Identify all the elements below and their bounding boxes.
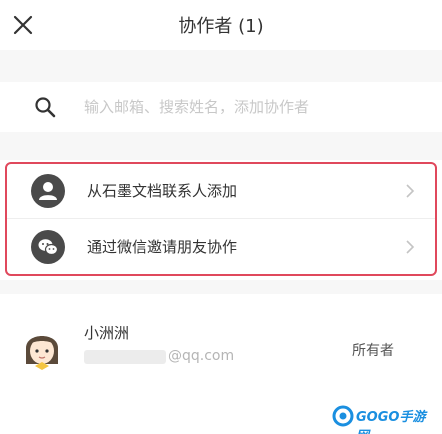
search-bar: [0, 82, 442, 132]
wechat-icon: [31, 230, 65, 264]
watermark-text: GOGO手游网: [356, 410, 426, 434]
invite-options-highlight: 从石墨文档联系人添加 通过微信邀请朋友协作: [5, 162, 437, 276]
watermark: GOGO手游网: [332, 402, 436, 434]
avatar: [26, 336, 58, 370]
member-name: 小洲洲: [84, 324, 130, 342]
member-email: @qq.com: [168, 348, 235, 364]
contact-person-icon: [31, 174, 65, 208]
collaborator-list-item[interactable]: 小洲洲 @qq.com 所有者: [0, 294, 442, 384]
member-role: 所有者: [352, 343, 394, 359]
header-bar: 协作者 (1): [0, 0, 442, 50]
watermark-logo-icon: [332, 405, 354, 427]
search-input[interactable]: [84, 94, 414, 120]
section-divider: [0, 50, 442, 82]
option-label: 从石墨文档联系人添加: [87, 182, 238, 200]
option-label: 通过微信邀请朋友协作: [87, 238, 238, 256]
invite-via-wechat-option[interactable]: 通过微信邀请朋友协作: [7, 220, 435, 275]
page-title: 协作者 (1): [178, 16, 264, 37]
chevron-right-icon: [406, 240, 415, 254]
section-divider: [0, 132, 442, 160]
redacted-email-prefix: [84, 350, 166, 364]
add-from-contacts-option[interactable]: 从石墨文档联系人添加: [7, 164, 435, 219]
section-divider: [0, 280, 442, 294]
search-icon: [35, 97, 56, 118]
chevron-right-icon: [406, 184, 415, 198]
